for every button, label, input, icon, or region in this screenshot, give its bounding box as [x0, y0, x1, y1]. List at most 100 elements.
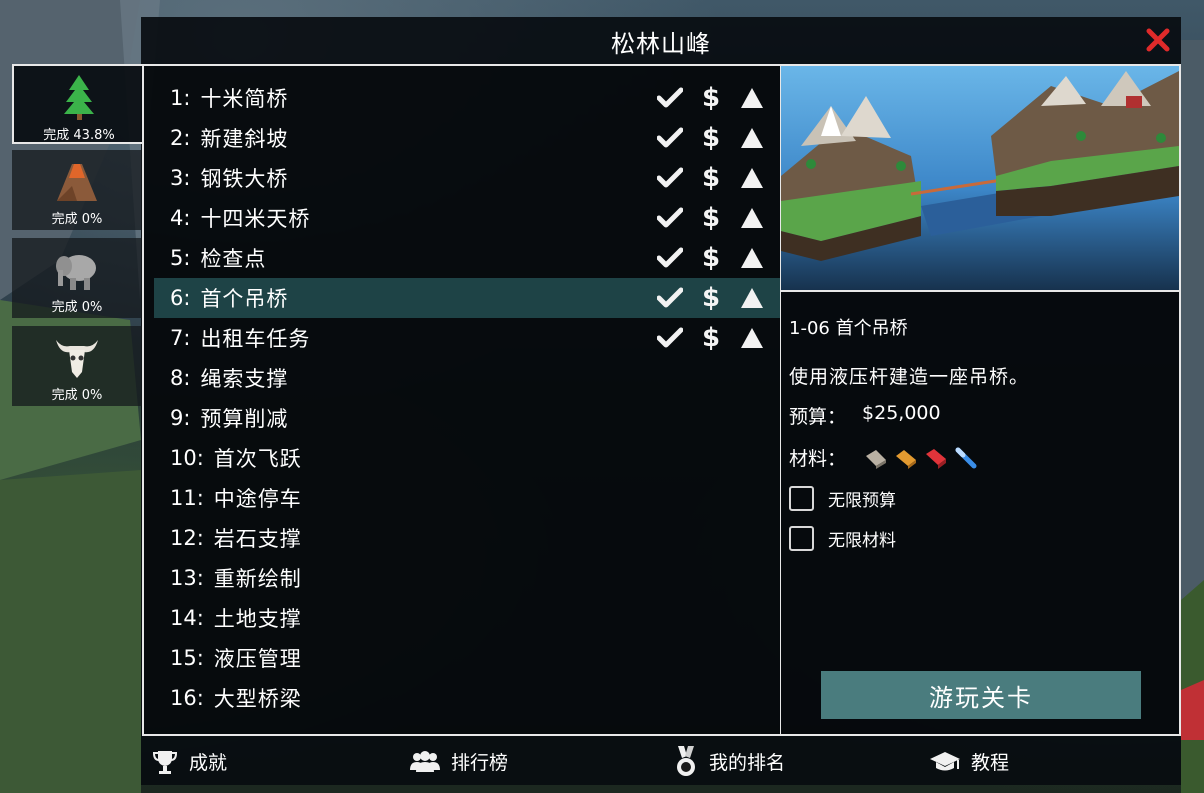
dollar-icon: $	[701, 323, 721, 353]
level-name: 十米简桥	[200, 87, 289, 111]
world-tab-elephant[interactable]: 完成 0%	[12, 238, 142, 318]
materials-label: 材料：	[789, 448, 847, 470]
rope-material-icon	[955, 447, 977, 468]
wood-material-icon	[896, 449, 917, 469]
level-row[interactable]: 2: 新建斜坡 $	[154, 118, 781, 158]
level-number: 7:	[170, 326, 191, 350]
level-number: 10:	[170, 446, 204, 470]
level-number: 8:	[170, 366, 191, 390]
tutorial-button[interactable]: 教程	[929, 738, 1009, 785]
dollar-icon: $	[701, 123, 721, 153]
achievements-button[interactable]: 成就	[151, 738, 227, 785]
budget-row: 预算： $25,000	[789, 402, 941, 429]
world-progress: 完成 0%	[51, 300, 103, 315]
triangle-icon	[737, 243, 767, 273]
my-rank-button[interactable]: 我的排名	[673, 738, 785, 785]
level-name: 新建斜坡	[200, 127, 289, 151]
level-name: 钢铁大桥	[200, 167, 289, 191]
level-row[interactable]: 10: 首次飞跃	[154, 438, 781, 478]
level-name: 首个吊桥	[200, 287, 289, 311]
trophy-icon	[152, 750, 178, 774]
level-name: 重新绘制	[213, 567, 302, 591]
dollar-icon: $	[701, 283, 721, 313]
bull-skull-icon	[56, 340, 98, 378]
level-row[interactable]: 8: 绳索支撑	[154, 358, 781, 398]
level-row[interactable]: 6: 首个吊桥 $	[154, 278, 781, 318]
level-status-icons: $	[644, 318, 767, 358]
level-row[interactable]: 13: 重新绘制	[154, 558, 781, 598]
pine-tree-icon	[64, 75, 94, 120]
level-status-icons: $	[644, 278, 767, 318]
triangle-icon	[737, 283, 767, 313]
level-status-icons: $	[644, 78, 767, 118]
level-row[interactable]: 7: 出租车任务 $	[154, 318, 781, 358]
level-name: 检查点	[200, 247, 267, 271]
medal-icon	[677, 745, 695, 776]
level-preview-image	[781, 66, 1179, 292]
level-row[interactable]: 5: 检查点 $	[154, 238, 781, 278]
level-number: 16:	[170, 686, 204, 710]
level-number: 15:	[170, 646, 204, 670]
checkmark-icon	[655, 83, 685, 113]
level-description: 使用液压杆建造一座吊桥。	[789, 366, 1030, 388]
world-tab-skull[interactable]: 完成 0%	[12, 326, 142, 406]
level-status-icons: $	[644, 158, 767, 198]
level-name: 出租车任务	[200, 327, 311, 351]
level-row[interactable]: 1: 十米简桥 $	[154, 78, 781, 118]
users-group-icon	[410, 750, 440, 772]
level-row[interactable]: 11: 中途停车	[154, 478, 781, 518]
leaderboard-label: 排行榜	[451, 752, 509, 774]
title-bar: 松林山峰	[141, 17, 1181, 65]
level-number: 6:	[170, 286, 191, 310]
level-number: 4:	[170, 206, 191, 230]
level-name: 绳索支撑	[200, 367, 289, 391]
level-row[interactable]: 4: 十四米天桥 $	[154, 198, 781, 238]
world-tab-volcano[interactable]: 完成 0%	[12, 150, 142, 230]
level-row[interactable]: 16: 大型桥梁	[154, 678, 781, 718]
unlimited-materials-checkbox[interactable]	[789, 526, 814, 551]
triangle-icon	[737, 83, 767, 113]
dollar-icon: $	[701, 163, 721, 193]
level-name: 首次飞跃	[213, 447, 302, 471]
tutorial-label: 教程	[971, 752, 1010, 774]
dollar-icon: $	[701, 243, 721, 273]
level-status-icons: $	[644, 198, 767, 238]
level-list: 1: 十米简桥 $2: 新建斜坡 $3: 钢铁大桥 $4: 十四米天桥 $5: 检查点 $6: 首个吊…	[142, 64, 781, 736]
level-row[interactable]: 9: 预算削减	[154, 398, 781, 438]
world-tab-pine[interactable]: 完成 43.8%	[12, 64, 142, 144]
level-number: 11:	[170, 486, 204, 510]
unlimited-budget-checkbox[interactable]	[789, 486, 814, 511]
level-row[interactable]: 3: 钢铁大桥 $	[154, 158, 781, 198]
play-level-button[interactable]: 游玩关卡	[821, 671, 1141, 719]
leaderboard-button[interactable]: 排行榜	[409, 738, 508, 785]
level-number: 5:	[170, 246, 191, 270]
level-number: 1:	[170, 86, 191, 110]
level-name: 土地支撑	[213, 607, 302, 631]
level-number: 12:	[170, 526, 204, 550]
level-number: 9:	[170, 406, 191, 430]
budget-label: 预算：	[789, 406, 847, 428]
my-rank-label: 我的排名	[709, 752, 786, 774]
unlimited-materials-option[interactable]: 无限材料	[789, 526, 896, 551]
level-row[interactable]: 15: 液压管理	[154, 638, 781, 678]
level-name: 预算削减	[200, 407, 289, 431]
level-row[interactable]: 14: 土地支撑	[154, 598, 781, 638]
materials-row: 材料：	[789, 444, 984, 471]
level-name: 大型桥梁	[213, 687, 302, 711]
dollar-icon: $	[701, 203, 721, 233]
close-x-icon	[1146, 28, 1170, 52]
level-number: 13:	[170, 566, 204, 590]
level-name: 中途停车	[213, 487, 302, 511]
checkmark-icon	[655, 323, 685, 353]
level-number: 3:	[170, 166, 191, 190]
achievements-label: 成就	[189, 752, 228, 774]
level-number: 14:	[170, 606, 204, 630]
close-button[interactable]	[1145, 27, 1171, 53]
checkmark-icon	[655, 203, 685, 233]
triangle-icon	[737, 323, 767, 353]
unlimited-budget-option[interactable]: 无限预算	[789, 486, 896, 511]
graduation-cap-icon	[930, 751, 960, 770]
level-name: 液压管理	[213, 647, 302, 671]
level-status-icons: $	[644, 238, 767, 278]
level-row[interactable]: 12: 岩石支撑	[154, 518, 781, 558]
